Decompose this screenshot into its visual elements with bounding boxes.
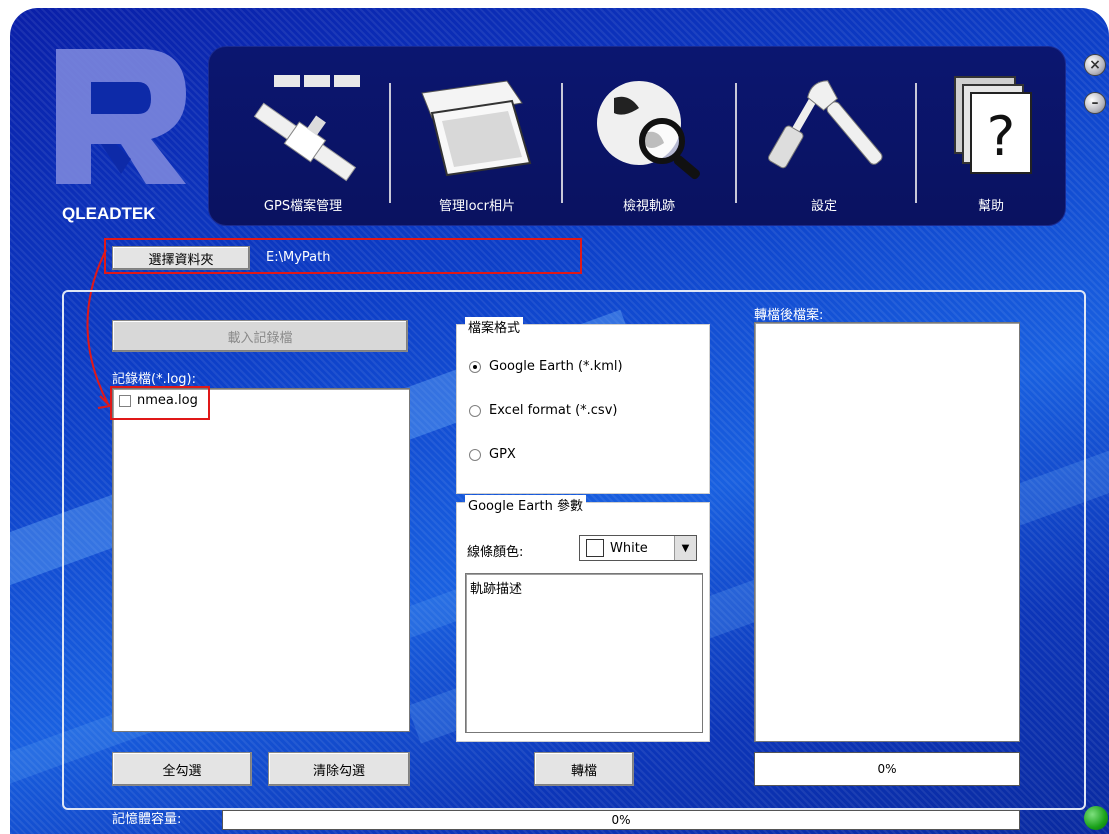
help-question-icon: ? — [921, 69, 1061, 187]
toolbar-item-help[interactable]: ? 幫助 — [921, 47, 1061, 227]
select-all-button[interactable]: 全勾選 — [112, 752, 252, 786]
log-file-list[interactable]: nmea.log — [112, 388, 410, 732]
format-option-csv[interactable]: Excel format (*.csv) — [469, 403, 617, 418]
main-toolbar: GPS檔案管理 管理locr相片 檢視軌跡 設定 ? 幫助 — [208, 46, 1066, 226]
toolbar-label: GPS檔案管理 — [263, 199, 343, 214]
close-icon[interactable]: × — [1084, 54, 1106, 76]
radio-label: Google Earth (*.kml) — [489, 359, 623, 374]
globe-magnifier-icon — [569, 69, 729, 187]
radio-label: Excel format (*.csv) — [489, 403, 618, 418]
format-option-gpx[interactable]: GPX — [469, 447, 516, 462]
google-earth-params-groupbox: Google Earth 參數 線條顏色: White ▼ 軌跡描述 — [456, 495, 710, 742]
toolbar-separator — [735, 83, 737, 203]
converted-files-list[interactable] — [754, 322, 1020, 742]
ge-group-title: Google Earth 參數 — [465, 495, 586, 514]
format-group-title: 檔案格式 — [465, 317, 524, 336]
line-color-select[interactable]: White ▼ — [579, 535, 697, 561]
toolbar-item-manage-photos[interactable]: 管理locr相片 — [397, 47, 557, 227]
status-led-icon — [1084, 806, 1108, 830]
color-value: White — [610, 540, 648, 556]
radio-button[interactable] — [469, 404, 481, 417]
toolbar-separator — [915, 83, 917, 203]
toolbar-label: 管理locr相片 — [438, 199, 516, 214]
load-log-button[interactable]: 載入記錄檔 — [112, 320, 408, 352]
convert-progress-bar: 0% — [754, 752, 1020, 786]
memory-capacity-label: 記憶體容量: — [112, 812, 182, 827]
toolbar-label: 設定 — [810, 199, 837, 214]
toolbar-item-gps-file-manager[interactable]: GPS檔案管理 — [223, 47, 383, 227]
format-option-kml[interactable]: Google Earth (*.kml) — [469, 359, 623, 374]
gps-satellite-icon — [223, 69, 383, 187]
format-groupbox: 檔案格式 Google Earth (*.kml) Excel format (… — [456, 317, 710, 494]
log-list-label: 記錄檔(*.log): — [112, 372, 196, 387]
memory-progress-bar: 0% — [222, 810, 1020, 830]
toolbar-label: 幫助 — [977, 199, 1004, 214]
color-swatch — [586, 539, 604, 557]
radio-button[interactable] — [469, 448, 481, 461]
radio-button[interactable] — [469, 360, 481, 373]
photo-stack-icon — [397, 69, 557, 187]
brand-logo-text: QLEADTEK — [62, 204, 156, 223]
toolbar-label: 檢視軌跡 — [622, 199, 675, 214]
svg-text:?: ? — [987, 105, 1016, 168]
clear-selection-button[interactable]: 清除勾選 — [268, 752, 410, 786]
track-description-textarea[interactable]: 軌跡描述 — [465, 573, 703, 733]
folder-path: E:\MyPath — [266, 250, 331, 265]
convert-button[interactable]: 轉檔 — [534, 752, 634, 786]
line-color-label: 線條顏色: — [467, 545, 524, 560]
app-window: QLEADTEK GPS檔案管理 管理locr相片 檢視軌跡 設定 ? 幫助 選… — [10, 8, 1109, 834]
leadtek-logo-icon — [46, 44, 196, 194]
chevron-down-icon[interactable]: ▼ — [674, 536, 696, 560]
toolbar-item-view-track[interactable]: 檢視軌跡 — [569, 47, 729, 227]
radio-label: GPX — [489, 447, 516, 462]
toolbar-separator — [561, 83, 563, 203]
file-highlight-box — [110, 386, 210, 420]
toolbar-separator — [389, 83, 391, 203]
converted-files-label: 轉檔後檔案: — [754, 308, 824, 323]
screwdriver-wrench-icon — [739, 69, 909, 187]
minimize-icon[interactable]: – — [1084, 92, 1106, 114]
toolbar-item-settings[interactable]: 設定 — [739, 47, 909, 227]
